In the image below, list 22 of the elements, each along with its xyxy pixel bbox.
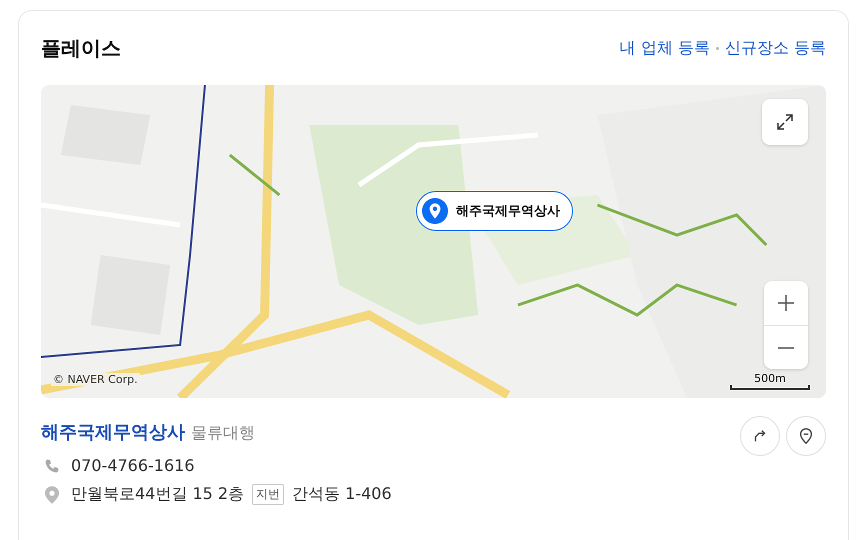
location-button[interactable] xyxy=(786,416,826,456)
map-marker[interactable]: 해주국제무역상사 xyxy=(416,191,573,231)
register-link[interactable]: 내 업체 등록 xyxy=(620,38,710,58)
expand-button[interactable] xyxy=(762,99,808,145)
location-pin-icon xyxy=(45,486,59,504)
address-tag: 지번 xyxy=(252,484,284,505)
plus-icon xyxy=(776,293,796,313)
phone-icon xyxy=(44,458,60,474)
minus-icon xyxy=(776,346,796,348)
category-text: 물류대행 xyxy=(191,423,255,444)
section-title: 플레이스 xyxy=(41,34,121,62)
expand-icon xyxy=(775,112,795,132)
location-pin-icon xyxy=(422,198,448,224)
place-name-link[interactable]: 해주국제무역상사 xyxy=(41,420,185,444)
register-link[interactable]: 신규장소 등록 xyxy=(724,38,826,58)
location-pin-icon xyxy=(797,427,815,445)
address-text: 만월북로44번길 15 2층 xyxy=(71,484,244,505)
lot-address-text: 간석동 1-406 xyxy=(292,484,392,505)
directions-button[interactable] xyxy=(740,416,780,456)
scale-label: 500m xyxy=(754,373,786,385)
phone-number: 070-4766-1616 xyxy=(71,456,195,475)
copyright-text: © NAVER Corp. xyxy=(51,373,140,386)
